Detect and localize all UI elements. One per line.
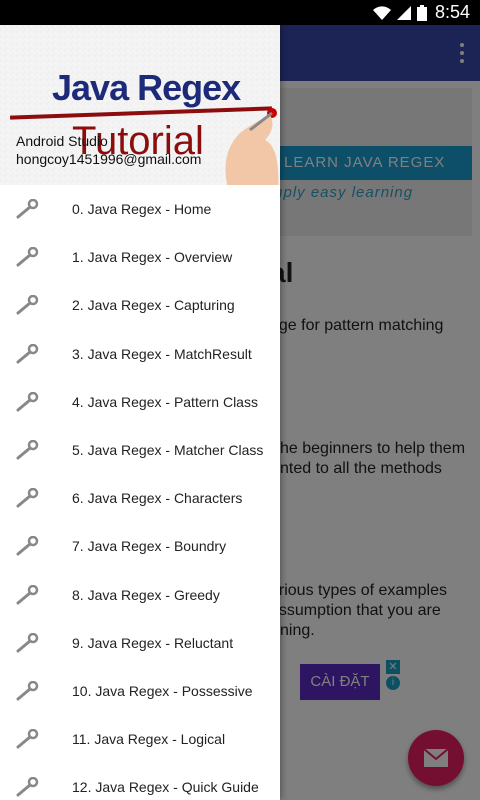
drawer-item-matcher-class[interactable]: 5. Java Regex - Matcher Class: [0, 426, 280, 474]
wrench-icon: [16, 295, 39, 315]
wrench-icon: [16, 680, 39, 701]
hand-illustration: [225, 108, 279, 185]
drawer-item-boundry[interactable]: 7. Java Regex - Boundry: [0, 522, 280, 570]
status-bar: 8:54: [0, 0, 480, 25]
battery-icon: [416, 4, 427, 21]
drawer-item-label: 10. Java Regex - Possessive: [72, 682, 253, 699]
drawer-item-label: 5. Java Regex - Matcher Class: [72, 442, 264, 459]
drawer-menu: 0. Java Regex - Home 1. Java Regex - Ove…: [0, 185, 280, 800]
wrench-icon: [16, 584, 39, 604]
drawer-item-overview[interactable]: 1. Java Regex - Overview: [0, 233, 280, 281]
drawer-item-label: 8. Java Regex - Greedy: [72, 586, 220, 603]
drawer-item-label: 3. Java Regex - MatchResult: [72, 345, 252, 362]
drawer-item-home[interactable]: 0. Java Regex - Home: [0, 185, 280, 233]
clock: 8:54: [434, 2, 470, 22]
drawer-item-label: 11. Java Regex - Logical: [72, 731, 226, 748]
wrench-icon: [16, 439, 39, 460]
drawer-item-label: 0. Java Regex - Home: [72, 201, 212, 218]
drawer-item-label: 6. Java Regex - Characters: [72, 490, 243, 507]
wrench-icon: [16, 729, 39, 749]
drawer-item-label: 4. Java Regex - Pattern Class: [72, 393, 258, 410]
wrench-icon: [16, 247, 39, 267]
drawer-item-capturing[interactable]: 2. Java Regex - Capturing: [0, 281, 280, 329]
drawer-item-label: 12. Java Regex - Quick Guide: [72, 779, 259, 796]
drawer-item-quick-guide[interactable]: 12. Java Regex - Quick Guide: [0, 763, 280, 800]
wrench-icon: [16, 343, 39, 364]
wrench-icon: [16, 536, 39, 556]
wrench-icon: [16, 391, 39, 412]
navigation-drawer: Java Regex Tutorial Android Studio hongc…: [0, 25, 280, 800]
account-app-name: Android Studio: [16, 133, 108, 149]
drawer-item-label: 2. Java Regex - Capturing: [72, 297, 235, 314]
drawer-item-pattern-class[interactable]: 4. Java Regex - Pattern Class: [0, 378, 280, 426]
drawer-item-characters[interactable]: 6. Java Regex - Characters: [0, 474, 280, 522]
drawer-item-logical[interactable]: 11. Java Regex - Logical: [0, 715, 280, 763]
drawer-header: Java Regex Tutorial Android Studio hongc…: [0, 25, 280, 185]
account-email: hongcoy1451996@gmail.com: [16, 151, 202, 167]
wrench-icon: [16, 632, 39, 653]
drawer-item-label: 9. Java Regex - Reluctant: [72, 634, 234, 651]
wrench-icon: [16, 199, 39, 219]
wrench-icon: [16, 488, 39, 508]
drawer-item-reluctant[interactable]: 9. Java Regex - Reluctant: [0, 619, 280, 667]
drawer-item-label: 7. Java Regex - Boundry: [72, 538, 227, 555]
wifi-icon: [372, 5, 391, 20]
drawer-item-label: 1. Java Regex - Overview: [72, 249, 233, 266]
drawer-item-possessive[interactable]: 10. Java Regex - Possessive: [0, 667, 280, 715]
wrench-icon: [16, 777, 39, 797]
signal-icon: [396, 5, 411, 20]
drawer-item-matchresult[interactable]: 3. Java Regex - MatchResult: [0, 330, 280, 378]
drawer-item-greedy[interactable]: 8. Java Regex - Greedy: [0, 571, 280, 619]
